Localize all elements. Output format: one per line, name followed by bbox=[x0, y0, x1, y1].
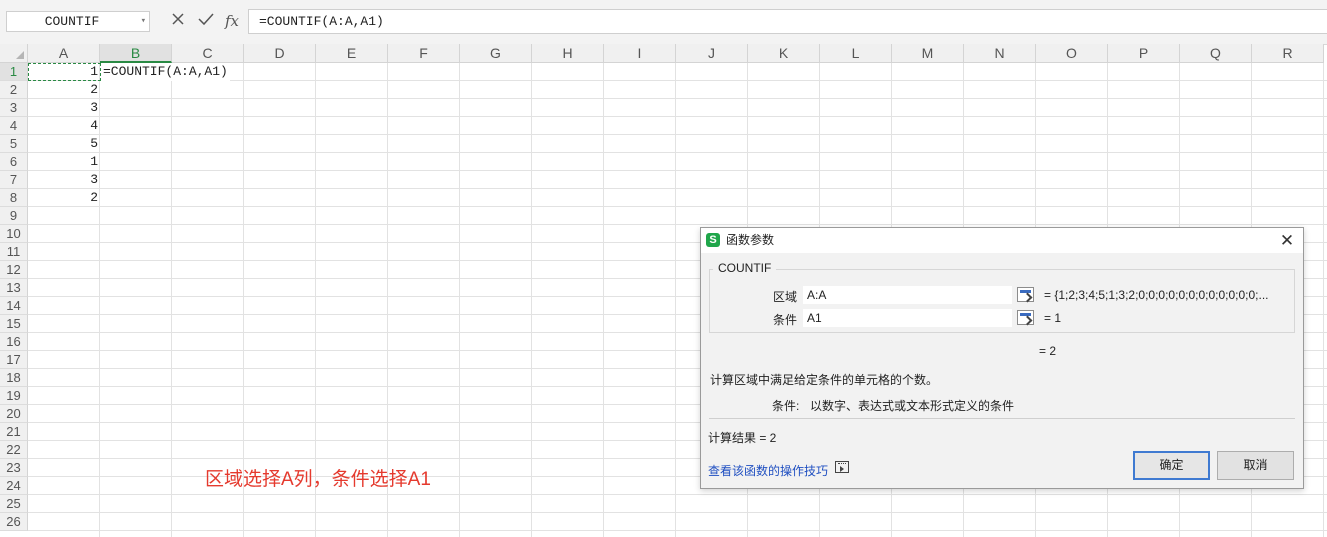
row-gridline bbox=[28, 188, 1327, 189]
row-gridline bbox=[28, 170, 1327, 171]
column-header-c[interactable]: C bbox=[172, 44, 244, 63]
cancel-button[interactable]: 取消 bbox=[1217, 451, 1294, 480]
row-header-14[interactable]: 14 bbox=[0, 297, 28, 315]
row-gridline bbox=[28, 98, 1327, 99]
row-header-11[interactable]: 11 bbox=[0, 243, 28, 261]
cell-a3[interactable]: 3 bbox=[28, 99, 98, 117]
arg-help-text: 以数字、表达式或文本形式定义的条件 bbox=[810, 399, 1015, 413]
calculation-result: 计算结果 = 2 bbox=[708, 431, 777, 445]
row-gridline bbox=[28, 134, 1327, 135]
row-header-24[interactable]: 24 bbox=[0, 477, 28, 495]
column-header-g[interactable]: G bbox=[460, 44, 532, 63]
arg-help-label: 条件: bbox=[772, 399, 800, 413]
insert-function-button[interactable]: fx bbox=[222, 11, 242, 32]
row-header-23[interactable]: 23 bbox=[0, 459, 28, 477]
dialog-titlebar[interactable]: S 函数参数 ✕ bbox=[701, 228, 1303, 253]
arg-label-criteria: 条件 bbox=[772, 313, 797, 327]
column-header-n[interactable]: N bbox=[964, 44, 1036, 63]
video-tips-icon[interactable] bbox=[835, 461, 849, 473]
criteria-input[interactable] bbox=[803, 309, 1012, 327]
column-header-b[interactable]: B bbox=[100, 44, 172, 63]
row-header-15[interactable]: 15 bbox=[0, 315, 28, 333]
cell-a1[interactable]: 1 bbox=[28, 63, 98, 81]
row-header-12[interactable]: 12 bbox=[0, 261, 28, 279]
row-gridline bbox=[28, 206, 1327, 207]
formula-input[interactable]: =COUNTIF(A:A,A1) bbox=[248, 9, 1327, 34]
close-icon[interactable]: ✕ bbox=[1277, 228, 1297, 253]
cell-a5[interactable]: 5 bbox=[28, 135, 98, 153]
row-header-6[interactable]: 6 bbox=[0, 153, 28, 171]
row-header-26[interactable]: 26 bbox=[0, 513, 28, 531]
close-icon[interactable] bbox=[168, 11, 188, 32]
column-header-h[interactable]: H bbox=[532, 44, 604, 63]
dialog-title: 函数参数 bbox=[726, 233, 775, 247]
column-header-a[interactable]: A bbox=[28, 44, 100, 63]
cell-a2[interactable]: 2 bbox=[28, 81, 98, 99]
column-header-e[interactable]: E bbox=[316, 44, 388, 63]
column-header-i[interactable]: I bbox=[604, 44, 676, 63]
cell-a8[interactable]: 2 bbox=[28, 189, 98, 207]
column-header-p[interactable]: P bbox=[1108, 44, 1180, 63]
row-header-5[interactable]: 5 bbox=[0, 135, 28, 153]
row-header-8[interactable]: 8 bbox=[0, 189, 28, 207]
row-header-20[interactable]: 20 bbox=[0, 405, 28, 423]
arg-result-range: = {1;2;3;4;5;1;3;2;0;0;0;0;0;0;0;0;0;0;0… bbox=[1044, 288, 1269, 302]
row-header-13[interactable]: 13 bbox=[0, 279, 28, 297]
row-header-9[interactable]: 9 bbox=[0, 207, 28, 225]
name-box[interactable]: COUNTIF ▾ bbox=[6, 11, 150, 32]
row-header-25[interactable]: 25 bbox=[0, 495, 28, 513]
column-header-o[interactable]: O bbox=[1036, 44, 1108, 63]
collapse-range-icon[interactable] bbox=[1017, 287, 1034, 302]
row-gridline bbox=[28, 116, 1327, 117]
row-gridline bbox=[28, 224, 1327, 225]
column-header-m[interactable]: M bbox=[892, 44, 964, 63]
row-gridline bbox=[28, 152, 1327, 153]
function-arguments-dialog: S 函数参数 ✕ COUNTIF 区域 = {1;2;3;4;5;1;3;2;0… bbox=[700, 227, 1304, 489]
row-header-2[interactable]: 2 bbox=[0, 81, 28, 99]
column-header-f[interactable]: F bbox=[388, 44, 460, 63]
check-icon[interactable] bbox=[196, 11, 216, 32]
collapse-criteria-icon[interactable] bbox=[1017, 310, 1034, 325]
function-description: 计算区域中满足给定条件的单元格的个数。 bbox=[710, 373, 939, 387]
row-header-7[interactable]: 7 bbox=[0, 171, 28, 189]
row-gridline bbox=[28, 530, 1327, 531]
select-all-corner[interactable] bbox=[0, 44, 28, 63]
column-header-d[interactable]: D bbox=[244, 44, 316, 63]
formula-bar: COUNTIF ▾ fx =COUNTIF(A:A,A1) bbox=[0, 0, 1327, 45]
formula-result: = 2 bbox=[1039, 344, 1057, 358]
row-header-3[interactable]: 3 bbox=[0, 99, 28, 117]
annotation-text: 区域选择A列，条件选择A1 bbox=[205, 469, 431, 490]
row-header-18[interactable]: 18 bbox=[0, 369, 28, 387]
name-box-value: COUNTIF bbox=[44, 14, 100, 29]
row-header-16[interactable]: 16 bbox=[0, 333, 28, 351]
row-header-21[interactable]: 21 bbox=[0, 423, 28, 441]
row-header-1[interactable]: 1 bbox=[0, 63, 28, 81]
column-header-r[interactable]: R bbox=[1252, 44, 1324, 63]
function-tips-link[interactable]: 查看该函数的操作技巧 bbox=[708, 462, 828, 479]
wps-s-icon: S bbox=[706, 233, 720, 247]
row-gridline bbox=[28, 494, 1327, 495]
range-input[interactable] bbox=[803, 286, 1012, 304]
arg-label-range: 区域 bbox=[772, 290, 797, 304]
row-header-4[interactable]: 4 bbox=[0, 117, 28, 135]
function-name: COUNTIF bbox=[713, 261, 777, 275]
row-header-17[interactable]: 17 bbox=[0, 351, 28, 369]
row-gridline bbox=[28, 512, 1327, 513]
row-header-22[interactable]: 22 bbox=[0, 441, 28, 459]
cell-a6[interactable]: 1 bbox=[28, 153, 98, 171]
row-header-10[interactable]: 10 bbox=[0, 225, 28, 243]
dialog-divider bbox=[709, 418, 1295, 419]
row-header-19[interactable]: 19 bbox=[0, 387, 28, 405]
column-header-q[interactable]: Q bbox=[1180, 44, 1252, 63]
cell-a7[interactable]: 3 bbox=[28, 171, 98, 189]
column-header-l[interactable]: L bbox=[820, 44, 892, 63]
ok-button[interactable]: 确定 bbox=[1133, 451, 1210, 480]
cell-b1-formula: =COUNTIF(A:A,A1) bbox=[101, 63, 230, 81]
column-header-k[interactable]: K bbox=[748, 44, 820, 63]
cell-a4[interactable]: 4 bbox=[28, 117, 98, 135]
chevron-down-icon[interactable]: ▾ bbox=[141, 12, 146, 31]
arg-result-criteria: = 1 bbox=[1044, 311, 1062, 325]
column-header-j[interactable]: J bbox=[676, 44, 748, 63]
